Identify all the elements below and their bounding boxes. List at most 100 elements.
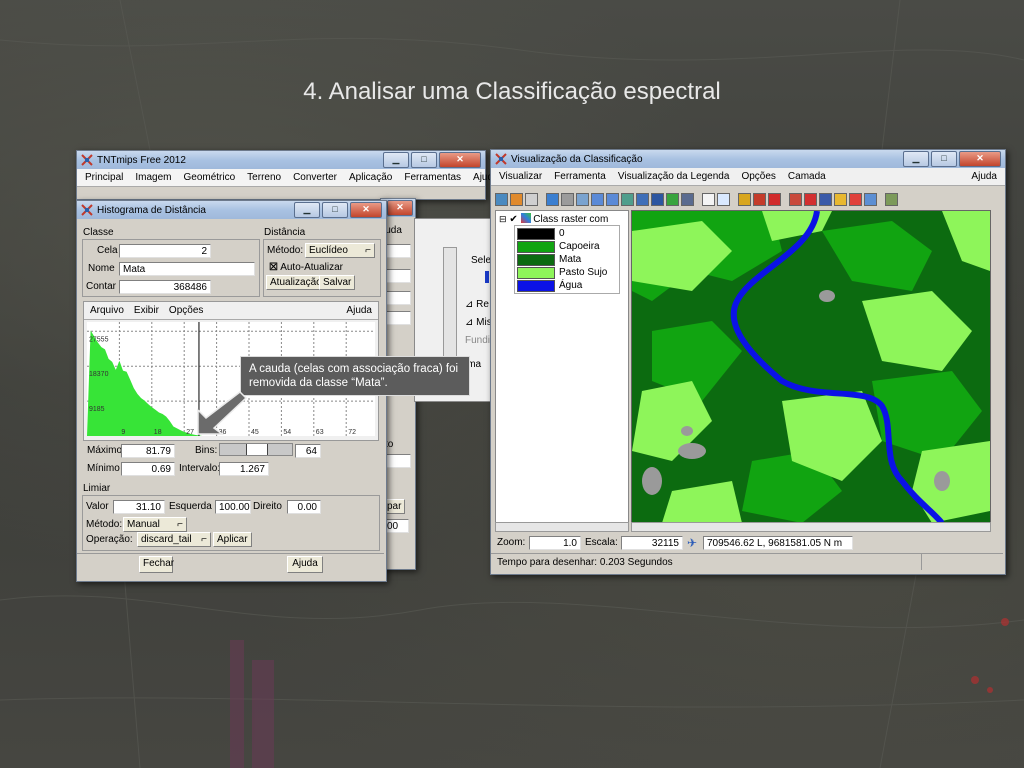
zoom-1x-icon[interactable]: [651, 192, 664, 206]
menu-visualizar[interactable]: Visualizar: [499, 171, 542, 182]
auto-atualizar-checkbox[interactable]: ☒ Auto-Atualizar: [269, 262, 343, 273]
stop-icon[interactable]: [768, 192, 781, 206]
fechar-button[interactable]: Fechar: [139, 556, 174, 573]
legend-item[interactable]: Pasto Sujo: [517, 266, 617, 279]
legend-item-label: Pasto Sujo: [559, 267, 608, 278]
tntmips-titlebar[interactable]: TNTmips Free 2012 ▁ □ ✕: [77, 151, 485, 169]
x-tick-label: 45: [251, 429, 259, 436]
background-close-button[interactable]: ✕: [387, 200, 413, 216]
background-field-3[interactable]: [383, 291, 411, 305]
escala-input[interactable]: 32115: [621, 536, 683, 550]
direito-label: Direito: [253, 501, 282, 512]
legend-icon[interactable]: [849, 192, 862, 206]
map-view[interactable]: [631, 210, 991, 524]
histogram-menu-ajuda[interactable]: Ajuda: [346, 305, 372, 316]
redraw-icon[interactable]: [546, 192, 559, 206]
viz-close-button[interactable]: ✕: [959, 151, 1001, 167]
bins-slider-thumb[interactable]: [246, 444, 268, 455]
background-field-5[interactable]: [383, 454, 411, 468]
gps-position-icon[interactable]: ✈: [687, 536, 701, 550]
menu-imagem[interactable]: Imagem: [135, 172, 171, 183]
menu-geometrico[interactable]: Geométrico: [183, 172, 235, 183]
background-field-1[interactable]: [383, 244, 411, 258]
zoom-box-icon[interactable]: [576, 192, 589, 206]
expand-icon[interactable]: ⊟: [499, 214, 507, 224]
grid-icon[interactable]: [864, 192, 877, 206]
menu-ferramentas[interactable]: Ferramentas: [404, 172, 461, 183]
legend-item[interactable]: Mata: [517, 253, 617, 266]
bins-slider[interactable]: [219, 443, 293, 456]
zoom-extents-icon[interactable]: [621, 192, 634, 206]
bins-value[interactable]: 64: [295, 444, 321, 458]
zoom-out-icon[interactable]: [606, 192, 619, 206]
histogram-maximize-button[interactable]: □: [322, 202, 348, 218]
select-tool-icon[interactable]: [525, 192, 538, 206]
visualization-toolbar: [495, 190, 995, 208]
limiar-metodo-select[interactable]: Manual ⌐: [123, 517, 187, 532]
gps-icon[interactable]: [666, 192, 679, 206]
target-icon[interactable]: [804, 192, 817, 206]
legend-layer-row[interactable]: ⊟ ✔ Class raster com: [499, 213, 608, 225]
background-field-2[interactable]: [383, 269, 411, 283]
minimize-button[interactable]: ▁: [383, 152, 409, 168]
histogram-close-button[interactable]: ✕: [350, 202, 382, 218]
histogram-minimize-button[interactable]: ▁: [294, 202, 320, 218]
atualizacao-button[interactable]: Atualização: [266, 275, 326, 290]
menu-aplicacao[interactable]: Aplicação: [349, 172, 392, 183]
legend-item-label: 0: [559, 228, 565, 239]
valor-input[interactable]: 31.10: [113, 500, 165, 514]
next-view-icon[interactable]: [753, 192, 766, 206]
dist-metodo-select[interactable]: Euclídeo ⌐: [305, 243, 375, 258]
search-icon[interactable]: [789, 192, 802, 206]
close-button[interactable]: ✕: [439, 152, 481, 168]
snapshot-icon[interactable]: [681, 192, 694, 206]
menu-converter[interactable]: Converter: [293, 172, 337, 183]
map-hscrollbar[interactable]: [631, 522, 991, 532]
viz-maximize-button[interactable]: □: [931, 151, 957, 167]
cela-input[interactable]: 2: [119, 244, 211, 258]
visualization-titlebar[interactable]: Visualização da Classificação ▁ □ ✕: [491, 150, 1005, 168]
menu-camada[interactable]: Camada: [788, 171, 826, 182]
zoom-full-icon[interactable]: [636, 192, 649, 206]
viz-minimize-button[interactable]: ▁: [903, 151, 929, 167]
menu-viz-opcoes[interactable]: Opções: [741, 171, 775, 182]
limiar-metodo-value: Manual: [127, 519, 160, 530]
maximize-button[interactable]: □: [411, 152, 437, 168]
menu-terreno[interactable]: Terreno: [247, 172, 281, 183]
menu-exibir[interactable]: Exibir: [134, 305, 159, 316]
menu-viz-ajuda[interactable]: Ajuda: [971, 171, 997, 182]
measure-icon[interactable]: [717, 192, 730, 206]
info-icon[interactable]: [702, 192, 715, 206]
partial-scrollbar[interactable]: [443, 247, 457, 359]
esquerda-input[interactable]: 100.00: [215, 500, 251, 514]
pan-icon[interactable]: [561, 192, 574, 206]
menu-ferramenta[interactable]: Ferramenta: [554, 171, 606, 182]
pointer-icon[interactable]: [819, 192, 832, 206]
direito-input[interactable]: 0.00: [287, 500, 321, 514]
operacao-select[interactable]: discard_tail ⌐: [137, 532, 211, 547]
palette-icon[interactable]: [834, 192, 847, 206]
histogram-titlebar[interactable]: Histograma de Distância ▁ □ ✕: [77, 201, 386, 219]
checkbox-checked-icon[interactable]: ✔: [509, 214, 517, 225]
legend-item[interactable]: 0: [517, 227, 617, 240]
zoom-in-icon[interactable]: [591, 192, 604, 206]
menu-principal[interactable]: Principal: [85, 172, 123, 183]
menu-arquivo[interactable]: Arquivo: [90, 305, 124, 316]
zoom-input[interactable]: 1.0: [529, 536, 581, 550]
menu-opcoes[interactable]: Opções: [169, 305, 203, 316]
legend-hscrollbar[interactable]: [495, 522, 629, 532]
background-field-4[interactable]: [383, 311, 411, 325]
nome-input[interactable]: Mata: [119, 262, 255, 276]
layout-icon[interactable]: [885, 192, 898, 206]
y-tick-label: 9185: [89, 406, 105, 413]
menu-visualizacao-legenda[interactable]: Visualização da Legenda: [618, 171, 730, 182]
visualization-title: Visualização da Classificação: [511, 153, 643, 165]
aplicar-button[interactable]: Aplicar: [213, 532, 252, 547]
previous-view-icon[interactable]: [738, 192, 751, 206]
ajuda-button[interactable]: Ajuda: [287, 556, 323, 573]
layer-controls-icon[interactable]: [495, 192, 508, 206]
salvar-button[interactable]: Salvar: [319, 275, 356, 290]
legend-item[interactable]: Capoeira: [517, 240, 617, 253]
add-layer-icon[interactable]: [510, 192, 523, 206]
legend-item[interactable]: Água: [517, 279, 617, 292]
